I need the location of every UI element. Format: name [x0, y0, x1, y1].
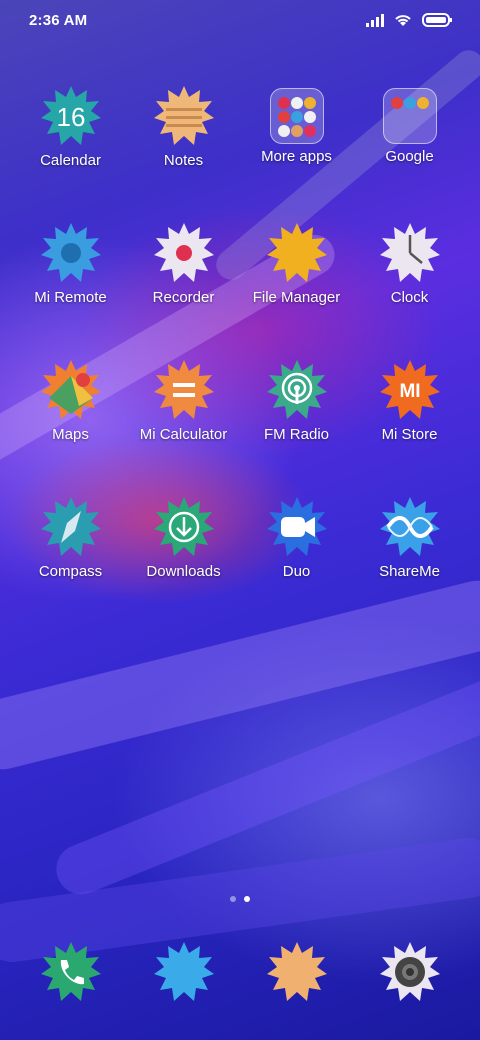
folder-google[interactable]: Google — [353, 84, 466, 165]
app-mi-calculator[interactable]: Mi Calculator — [127, 358, 240, 443]
app-label: Notes — [163, 152, 204, 169]
app-label: Mi Calculator — [139, 426, 228, 443]
camera-icon — [379, 942, 440, 1001]
dock-browser[interactable] — [240, 940, 353, 1004]
app-downloads[interactable]: Downloads — [127, 495, 240, 580]
calendar-day: 16 — [56, 102, 85, 132]
app-file-manager[interactable]: File Manager — [240, 221, 353, 306]
app-calendar[interactable]: 16 Calendar — [14, 84, 127, 169]
app-label: Clock — [390, 289, 429, 306]
clock-icon — [379, 223, 440, 282]
app-shareme[interactable]: ShareMe — [353, 495, 466, 580]
compass-icon — [40, 497, 101, 556]
signal-icon — [366, 13, 384, 27]
app-label: Calendar — [40, 152, 101, 169]
app-mi-remote[interactable]: Mi Remote — [14, 221, 127, 306]
app-label: File Manager — [252, 289, 341, 306]
app-fm-radio[interactable]: FM Radio — [240, 358, 353, 443]
folder-icon — [269, 88, 324, 144]
app-label: More apps — [261, 148, 332, 165]
status-bar: 2:36 AM — [0, 0, 480, 44]
app-label: Recorder — [152, 289, 215, 306]
app-label: Duo — [282, 563, 311, 580]
app-label: Google — [385, 148, 434, 165]
app-label: Mi Remote — [34, 289, 107, 306]
mi-logo-text: MI — [399, 381, 420, 402]
radio-icon — [266, 360, 327, 419]
app-compass[interactable]: Compass — [14, 495, 127, 580]
app-label: FM Radio — [263, 426, 330, 443]
app-notes[interactable]: Notes — [127, 84, 240, 169]
recorder-icon — [153, 223, 214, 282]
app-duo[interactable]: Duo — [240, 495, 353, 580]
phone-icon — [40, 942, 101, 1001]
maps-icon — [40, 360, 101, 419]
app-mi-store[interactable]: MI Mi Store — [353, 358, 466, 443]
messaging-icon — [153, 942, 214, 1001]
duo-icon — [266, 497, 327, 556]
folder-more-apps[interactable]: More apps — [240, 84, 353, 165]
page-indicator — [0, 896, 480, 902]
app-recorder[interactable]: Recorder — [127, 221, 240, 306]
app-label: ShareMe — [379, 563, 440, 580]
dock-messaging[interactable] — [127, 940, 240, 1004]
calculator-icon — [153, 360, 214, 419]
store-icon: MI — [379, 360, 440, 419]
wifi-icon — [395, 15, 411, 26]
app-label: Maps — [52, 426, 89, 443]
page-dot-active[interactable] — [244, 896, 250, 902]
notes-icon — [153, 86, 214, 145]
folder-icon — [382, 88, 437, 144]
dock-camera[interactable] — [353, 940, 466, 1004]
status-time: 2:36 AM — [29, 12, 88, 29]
remote-icon — [40, 223, 101, 282]
calendar-icon: 16 — [40, 86, 101, 145]
browser-icon — [266, 942, 327, 1001]
downloads-icon — [153, 497, 214, 556]
app-label: Compass — [38, 563, 103, 580]
app-clock[interactable]: Clock — [353, 221, 466, 306]
app-label: Downloads — [146, 563, 221, 580]
page-dot[interactable] — [230, 896, 236, 902]
file-manager-icon — [266, 223, 327, 282]
battery-icon — [422, 13, 452, 27]
shareme-icon — [379, 497, 440, 556]
dock-phone[interactable] — [14, 940, 127, 1004]
app-label: Mi Store — [381, 426, 438, 443]
app-maps[interactable]: Maps — [14, 358, 127, 443]
